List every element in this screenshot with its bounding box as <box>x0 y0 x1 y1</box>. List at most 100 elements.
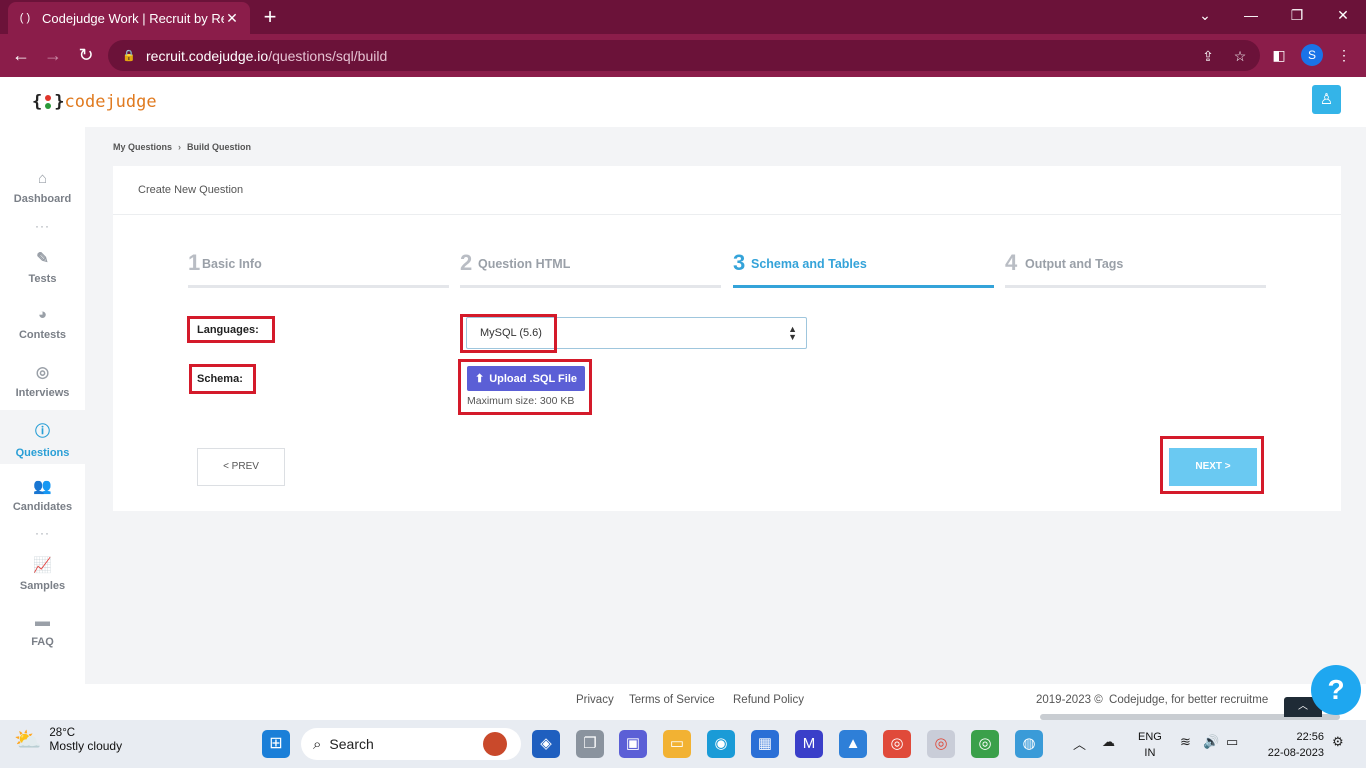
select-arrows-icon: ▲ ▼ <box>788 324 797 342</box>
notification-icon[interactable]: ⚙ <box>1332 734 1344 750</box>
breadcrumb-build-question: Build Question <box>187 142 252 152</box>
codejudge-logo[interactable]: { } codejudge <box>32 92 157 112</box>
search-highlight-icon <box>483 732 507 756</box>
forward-arrow-icon[interactable]: → <box>40 42 66 68</box>
languages-label: Languages: <box>197 324 259 336</box>
side-panel-icon[interactable]: ◧ <box>1268 44 1290 66</box>
user-profile-button[interactable]: ♙ <box>1312 85 1341 114</box>
home-icon: ⌂ <box>37 170 48 187</box>
schema-label: Schema: <box>197 373 243 385</box>
browser-tab-strip: ( ) Codejudge Work | Recruit by Rea ✕ + … <box>0 0 1366 34</box>
upload-highlight <box>458 359 592 415</box>
onedrive-cloud-icon[interactable]: ☁ <box>1102 734 1115 750</box>
sidebar-item-label: Tests <box>28 273 57 285</box>
taskbar-globe-app-icon[interactable]: ◍ <box>1015 730 1043 758</box>
windows-start-icon[interactable]: ⊞ <box>262 730 290 758</box>
chat-icon: ▬ <box>35 613 50 630</box>
app-header: { } codejudge ♙ <box>0 77 1366 127</box>
microsoft-store-icon[interactable]: ▦ <box>751 730 779 758</box>
question-builder-card: Create New Question 1 Basic Info 2 Quest… <box>113 166 1341 511</box>
tab-search-chevron-icon[interactable]: ⌄ <box>1182 0 1228 30</box>
show-hidden-icons-chevron-icon[interactable]: ︿ <box>1073 734 1086 753</box>
windows-taskbar: ⛅ 28°C Mostly cloudy ⊞ ⌕ Search ◈ ❐ ▣ ▭ … <box>0 720 1366 768</box>
languages-select-highlight <box>460 314 557 353</box>
chrome-menu-icon[interactable]: ⋮ <box>1333 44 1355 66</box>
sidebar-item-dashboard[interactable]: ⌂ Dashboard <box>0 170 85 205</box>
system-clock[interactable]: 22:56 22-08-2023 <box>1260 729 1324 761</box>
share-icon[interactable]: ⇪ <box>1196 44 1220 68</box>
close-window-button[interactable]: ✕ <box>1320 0 1366 30</box>
sidebar-item-samples[interactable]: 📈 Samples <box>0 556 85 592</box>
teams-chat-icon[interactable]: ▣ <box>619 730 647 758</box>
language-code: ENG <box>1138 731 1162 743</box>
minimize-button[interactable]: — <box>1228 0 1274 30</box>
sidebar-item-faq[interactable]: ▬ FAQ <box>0 613 85 648</box>
edge-browser-icon[interactable]: ◉ <box>707 730 735 758</box>
step-question-html[interactable]: 2 Question HTML <box>460 250 721 288</box>
sidebar-item-interviews[interactable]: ◎ Interviews <box>0 363 85 399</box>
photos-icon[interactable]: ▲ <box>839 730 867 758</box>
sidebar-item-tests[interactable]: ✎ Tests <box>0 249 85 285</box>
sidebar-item-label: Dashboard <box>13 193 72 205</box>
browser-tab-title: Codejudge Work | Recruit by Rea <box>42 10 224 26</box>
question-circle-icon: ⓘ <box>34 423 50 440</box>
terms-of-service-link[interactable]: Terms of Service <box>629 694 715 706</box>
refund-policy-link[interactable]: Refund Policy <box>733 694 804 706</box>
reload-icon[interactable]: ↻ <box>73 42 99 68</box>
sidebar-item-label: Questions <box>15 447 70 459</box>
chrome-profile-icon[interactable]: ◎ <box>971 730 999 758</box>
step-basic-info[interactable]: 1 Basic Info <box>188 250 449 288</box>
sidebar-item-label: Interviews <box>15 387 70 399</box>
url-path: /questions/sql/build <box>268 47 388 64</box>
taskbar-search-label: Search <box>329 736 374 752</box>
podcast-icon: ◎ <box>35 364 50 381</box>
new-tab-button[interactable]: + <box>258 4 282 30</box>
language-region: IN <box>1144 747 1156 759</box>
bookmark-star-icon[interactable]: ☆ <box>1228 44 1252 68</box>
step-number: 1 <box>188 250 201 275</box>
page-title: Create New Question <box>138 184 244 196</box>
prev-button[interactable]: < PREV <box>197 448 285 486</box>
back-arrow-icon[interactable]: ← <box>8 42 34 68</box>
pie-chart-icon: ◕ <box>37 306 48 323</box>
step-progress-bar <box>1005 285 1266 288</box>
clock-time: 22:56 <box>1296 731 1324 743</box>
restore-button[interactable]: ❐ <box>1274 0 1320 30</box>
user-icon: ♙ <box>1319 91 1334 108</box>
step-schema-and-tables[interactable]: 3 Schema and Tables <box>733 250 994 288</box>
close-tab-icon[interactable]: ✕ <box>224 10 240 27</box>
address-bar[interactable]: 🔒 recruit.codejudge.io/questions/sql/bui… <box>108 40 1260 71</box>
sidebar-item-candidates[interactable]: 👥 Candidates <box>0 477 85 513</box>
taskbar-app-pre-icon[interactable]: ◈ <box>532 730 560 758</box>
taskbar-search[interactable]: ⌕ Search <box>301 728 521 760</box>
step-number: 2 <box>460 250 473 275</box>
card-divider <box>113 214 1341 215</box>
file-explorer-icon[interactable]: ▭ <box>663 730 691 758</box>
breadcrumb-my-questions[interactable]: My Questions <box>113 142 172 152</box>
volume-icon[interactable]: 🔊 <box>1203 734 1219 750</box>
help-button[interactable]: ? <box>1311 665 1361 715</box>
battery-icon[interactable]: ▭ <box>1226 734 1238 750</box>
step-output-and-tags[interactable]: 4 Output and Tags <box>1005 250 1266 288</box>
privacy-link[interactable]: Privacy <box>576 694 614 706</box>
sidebar-divider-dots: ··· <box>35 219 50 233</box>
chrome-icon[interactable]: ◎ <box>883 730 911 758</box>
taskbar-app-m-icon[interactable]: M <box>795 730 823 758</box>
sidebar-item-questions[interactable]: ⓘ Questions <box>0 410 85 464</box>
logo-wordmark: codejudge <box>64 92 157 112</box>
wifi-icon[interactable]: ≋ <box>1180 734 1191 750</box>
line-chart-icon: 📈 <box>33 557 52 574</box>
step-number: 3 <box>733 250 746 275</box>
chrome-profile-active-icon[interactable]: ◎ <box>927 730 955 758</box>
browser-tab[interactable]: ( ) Codejudge Work | Recruit by Rea ✕ <box>8 2 250 34</box>
chevron-up-icon: ︿ <box>1298 701 1308 712</box>
task-view-icon[interactable]: ❐ <box>576 730 604 758</box>
weather-widget[interactable]: ⛅ 28°C Mostly cloudy <box>14 727 122 753</box>
profile-avatar[interactable]: S <box>1301 44 1323 66</box>
sidebar-item-contests[interactable]: ◕ Contests <box>0 306 85 341</box>
input-language-indicator[interactable]: ENG IN <box>1138 729 1162 761</box>
weather-temperature: 28°C <box>49 727 76 739</box>
sidebar-divider-dots: ··· <box>35 526 50 540</box>
url-host: recruit.codejudge.io <box>146 47 269 64</box>
step-label: Output and Tags <box>1025 257 1124 271</box>
